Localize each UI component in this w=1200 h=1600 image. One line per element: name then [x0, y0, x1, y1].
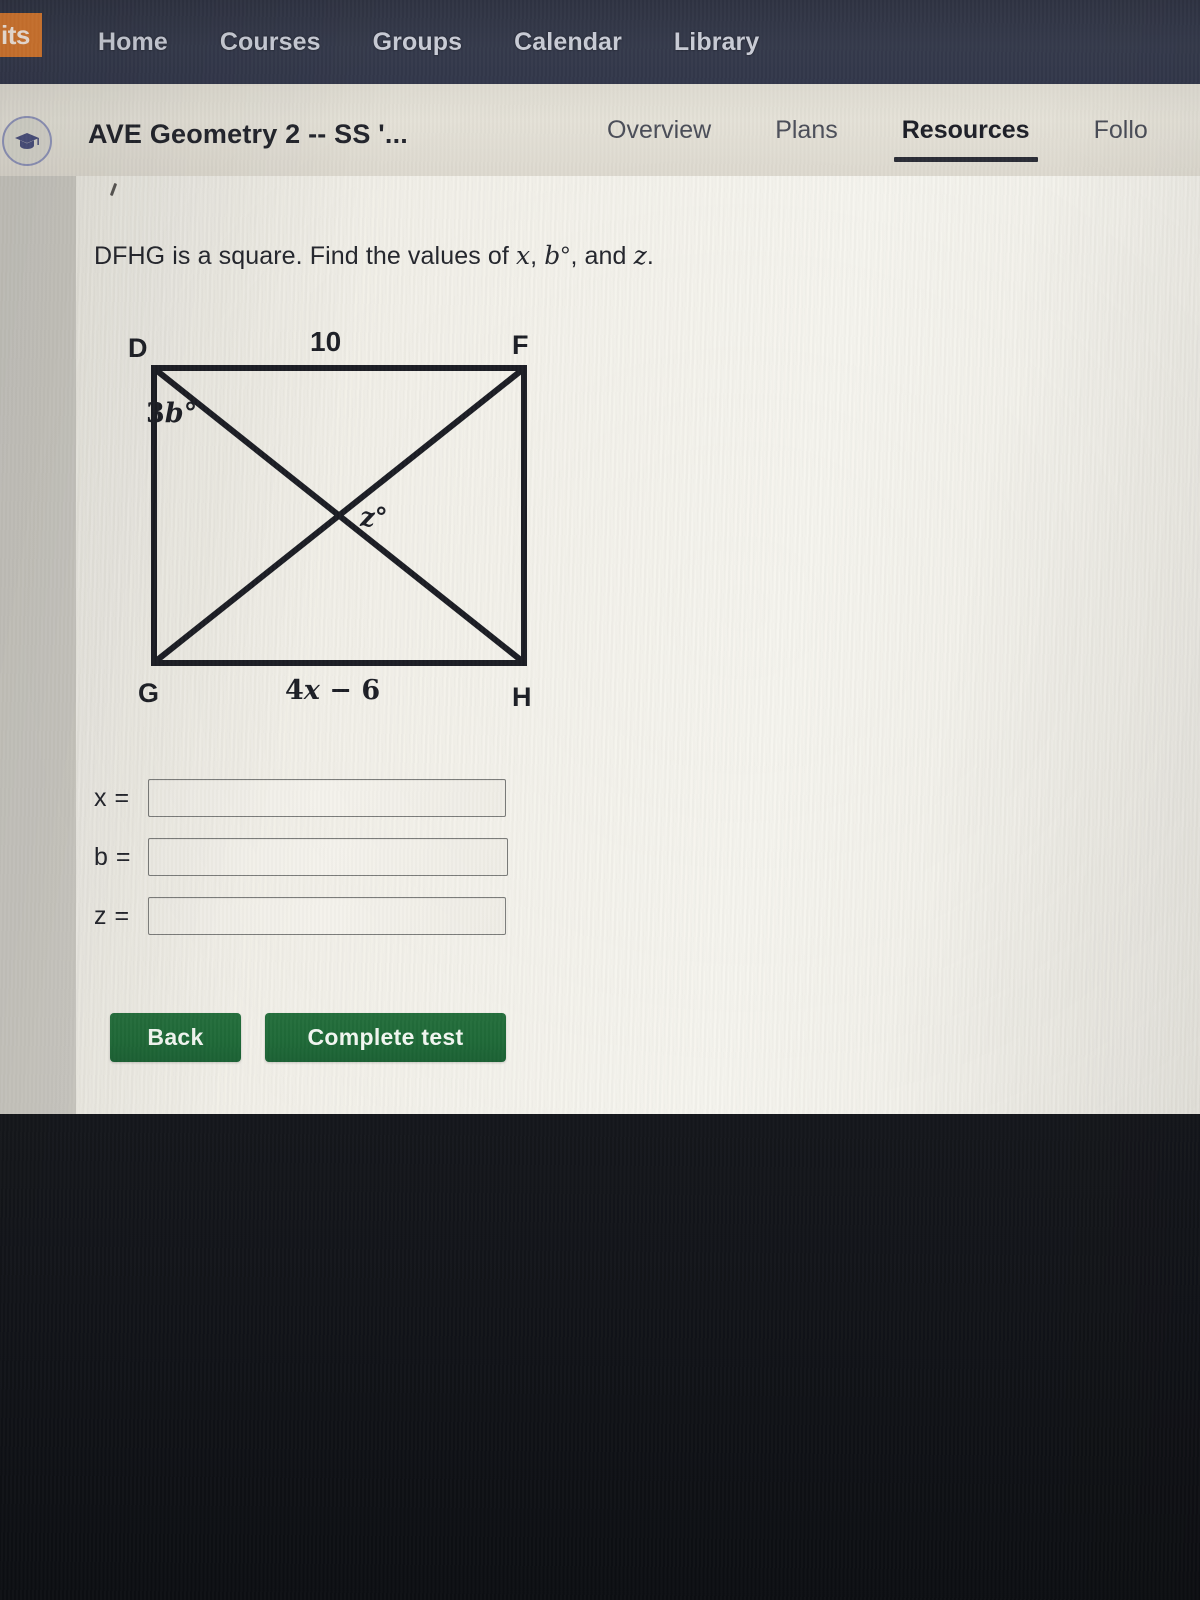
angle-label-z: z° — [360, 503, 388, 533]
side-length-label-top: 10 — [310, 326, 342, 357]
vertex-label-f: F — [512, 330, 529, 360]
tab-plans[interactable]: Plans — [743, 84, 870, 176]
answer-label-b: b = — [94, 842, 131, 871]
question-sep-1: , — [530, 242, 545, 270]
angle-z-degree: ° — [374, 503, 388, 533]
question-sep-2: , and — [570, 242, 634, 270]
back-button[interactable]: Back — [110, 1013, 241, 1062]
vertex-label-d: D — [128, 333, 148, 363]
dark-background-area — [0, 1114, 1200, 1600]
tab-following[interactable]: Follo — [1062, 84, 1180, 176]
action-buttons: Back Complete test — [110, 1013, 506, 1062]
question-var-x: x — [515, 241, 531, 270]
question-text-suffix: . — [646, 242, 654, 270]
global-navbar: its Home Courses Groups Calendar Library — [0, 0, 1200, 84]
brand-logo[interactable]: its — [0, 13, 42, 57]
nav-item-library[interactable]: Library — [648, 28, 785, 57]
vertex-label-h: H — [512, 682, 532, 712]
angle-3b-coef: 3 — [146, 398, 165, 429]
global-nav-links: Home Courses Groups Calendar Library — [72, 0, 785, 84]
answer-row-b: b = — [94, 837, 508, 877]
side-length-label-bottom: 4x − 6 — [285, 675, 380, 706]
geometry-figure: D F G H 10 3b° z° 4x − 6 — [110, 320, 580, 720]
square-diagram-svg — [151, 365, 527, 666]
screen-photo: its Home Courses Groups Calendar Library… — [0, 0, 1200, 1600]
graduation-cap-icon — [14, 131, 40, 151]
course-tabs: Overview Plans Resources Follo — [575, 84, 1180, 176]
side-bottom-var: x — [303, 675, 320, 706]
angle-label-3b: 3b° — [146, 398, 197, 429]
nav-item-courses[interactable]: Courses — [194, 28, 347, 57]
answer-row-z: z = — [94, 896, 508, 936]
vertex-label-g: G — [138, 678, 160, 708]
question-var-b: b — [544, 241, 561, 270]
answer-input-z[interactable] — [148, 897, 506, 935]
avatar[interactable] — [2, 116, 52, 166]
tab-overview[interactable]: Overview — [575, 84, 743, 176]
question-degree-symbol: ° — [560, 242, 571, 270]
nav-item-home[interactable]: Home — [72, 28, 194, 57]
angle-3b-degree: ° — [183, 398, 198, 429]
answer-label-z: z = — [94, 901, 130, 930]
answer-input-b[interactable] — [148, 838, 508, 876]
side-bottom-coef: 4 — [285, 675, 304, 706]
course-title: AVE Geometry 2 -- SS '... — [88, 119, 409, 149]
angle-3b-var: b — [164, 398, 184, 429]
complete-test-button[interactable]: Complete test — [265, 1013, 506, 1062]
tab-resources[interactable]: Resources — [870, 84, 1062, 176]
answer-row-x: x = — [94, 778, 508, 818]
side-bottom-rest: − 6 — [319, 675, 381, 706]
answer-input-x[interactable] — [148, 779, 506, 817]
nav-item-groups[interactable]: Groups — [347, 28, 489, 57]
answer-label-x: x = — [94, 783, 130, 812]
question-text-prefix: DFHG is a square. Find the values of — [94, 242, 516, 270]
angle-z-var: z — [360, 503, 375, 533]
nav-item-calendar[interactable]: Calendar — [488, 28, 648, 57]
mouse-cursor — [110, 183, 119, 196]
question-prompt: DFHG is a square. Find the values of x , … — [94, 241, 654, 271]
answer-fields: x = b = z = — [94, 778, 508, 955]
question-var-z: z — [633, 241, 647, 270]
